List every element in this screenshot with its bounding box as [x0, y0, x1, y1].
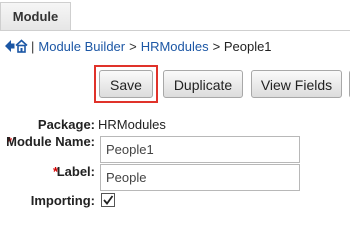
save-button[interactable]: Save [99, 70, 153, 98]
package-value: HRModules [98, 117, 166, 132]
breadcrumb-module-builder[interactable]: Module Builder [38, 39, 125, 54]
package-label: Package: [37, 117, 95, 132]
checkmark-icon [101, 193, 115, 207]
breadcrumb: | Module Builder > HRModules > People1 [4, 36, 272, 56]
breadcrumb-chevron: > [129, 38, 137, 54]
tab-bar: Module [0, 0, 350, 31]
duplicate-button[interactable]: Duplicate [163, 70, 243, 98]
breadcrumb-current: > People1 [212, 38, 272, 54]
module-name-label: Module Name: [6, 134, 95, 149]
label-label: Label: [56, 164, 95, 179]
home-icon[interactable] [15, 39, 28, 53]
nav-icons [4, 39, 28, 53]
back-arrow-icon[interactable] [4, 39, 15, 53]
label-input[interactable]: People [100, 164, 300, 191]
breadcrumb-separator: | [31, 38, 35, 54]
module-name-input[interactable]: People1 [100, 136, 300, 163]
view-fields-button[interactable]: View Fields [251, 70, 342, 98]
importing-checkbox[interactable] [101, 193, 115, 207]
breadcrumb-hrmodules[interactable]: HRModules [141, 39, 209, 54]
tab-module[interactable]: Module [0, 2, 71, 30]
importing-label: Importing: [30, 193, 95, 208]
